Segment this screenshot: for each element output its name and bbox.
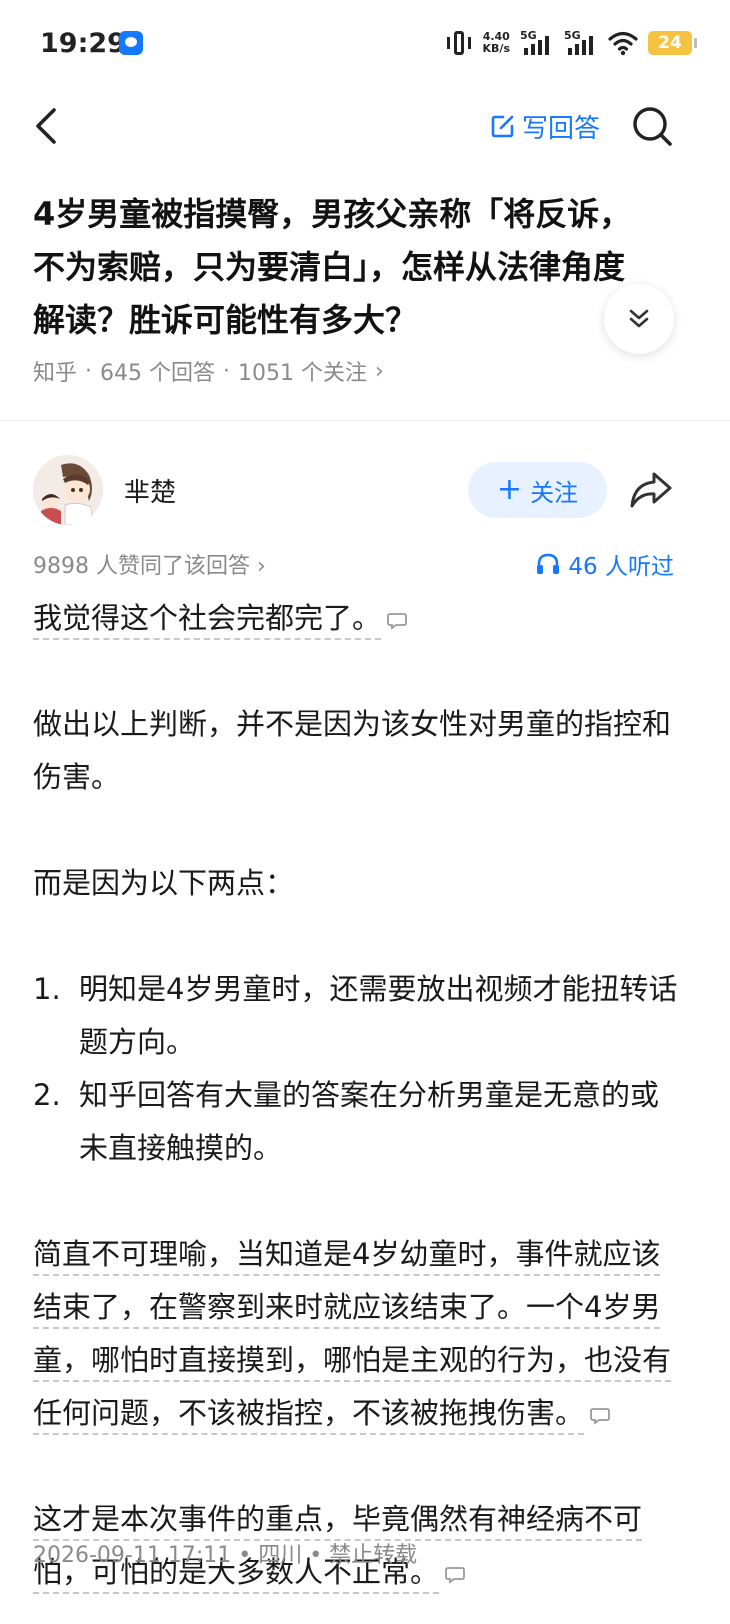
list-item: 1. 明知是4岁男童时，还需要放出视频才能扭转话题方向。 [33, 963, 683, 1069]
answer-list: 1. 明知是4岁男童时，还需要放出视频才能扭转话题方向。 2. 知乎回答有大量的… [33, 963, 683, 1175]
avatar-image [33, 455, 103, 525]
answer-paragraph[interactable]: 简直不可理喻，当知道是4岁幼童时，事件就应该结束了，在警察到来时就应该结束了。一… [33, 1228, 683, 1440]
status-icons: 4.40 KB/s 5G 5G 24 [445, 26, 697, 60]
answer-paragraph[interactable]: 我觉得这个社会完都完了。 [33, 592, 683, 645]
net-speed: 4.40 KB/s [483, 31, 510, 55]
headphones-icon [537, 553, 560, 574]
avatar[interactable] [33, 455, 103, 525]
comment-icon[interactable] [590, 1407, 610, 1425]
list-item: 2. 知乎回答有大量的答案在分析男童是无意的或未直接触摸的。 [33, 1069, 683, 1175]
back-arrow-icon[interactable] [28, 104, 68, 148]
answer-body: 我觉得这个社会完都完了。 做出以上判断，并不是因为该女性对男童的指控和伤害。 而… [33, 592, 683, 1599]
list-number: 2. [33, 1078, 61, 1112]
share-icon[interactable] [628, 468, 674, 512]
comment-icon[interactable] [387, 612, 407, 630]
follow-label: 关注 [530, 478, 579, 507]
search-icon[interactable] [630, 104, 674, 148]
meta-chevron-icon: › [375, 358, 384, 384]
write-answer-button[interactable]: 写回答 [490, 108, 600, 144]
signal-icon-2: 5G [564, 29, 598, 57]
status-time: 19:29 [40, 28, 126, 59]
author-name[interactable]: 芈楚 [124, 472, 176, 509]
list-number: 1. [33, 972, 61, 1006]
plus-icon: + [496, 472, 523, 507]
upvote-count: 9898 人赞同了该回答 [33, 554, 250, 579]
upvote-info[interactable]: 9898 人赞同了该回答 › [33, 548, 266, 580]
list-text: 明知是4岁男童时，还需要放出视频才能扭转话题方向。 [79, 972, 678, 1059]
meta-separator: · [223, 358, 231, 384]
meta-separator: · [85, 358, 93, 384]
status-bar: 19:29 4.40 KB/s 5G 5G 24 [0, 0, 730, 90]
net-speed-unit: KB/s [482, 42, 510, 55]
upvote-chevron-icon: › [256, 554, 266, 579]
list-text: 知乎回答有大量的答案在分析男童是无意的或未直接触摸的。 [79, 1078, 660, 1165]
annotated-text: 简直不可理喻，当知道是4岁幼童时，事件就应该结束了，在警察到来时就应该结束了。一… [33, 1237, 672, 1430]
battery-indicator: 24 [648, 31, 697, 55]
section-divider [0, 420, 730, 421]
expand-question-button[interactable] [604, 284, 674, 354]
answer-paragraph: 而是因为以下两点： [33, 866, 295, 900]
question-source: 知乎 [33, 361, 78, 386]
question-title[interactable]: 4岁男童被指摸臀，男孩父亲称「将反诉，不为索赔，只为要清白」，怎样从法律角度解读… [33, 188, 653, 347]
expand-chevron-icon [629, 309, 649, 328]
wifi-icon [608, 31, 638, 56]
answer-footer: 2026-09-11 17:11 • 四川 • 禁止转载 [33, 1543, 418, 1568]
edit-icon [491, 115, 514, 138]
listen-count: 46 人听过 [568, 554, 674, 580]
follow-button[interactable]: + 关注 [468, 462, 607, 518]
follower-count: 1051 个关注 [238, 361, 367, 386]
comment-icon[interactable] [445, 1566, 465, 1584]
answer-count: 645 个回答 [100, 361, 216, 386]
annotated-text: 我觉得这个社会完都完了。 [33, 601, 382, 635]
write-answer-label: 写回答 [522, 113, 601, 144]
listen-info[interactable]: 46 人听过 [536, 547, 674, 581]
vibrate-icon [445, 30, 473, 56]
app-notification-icon [119, 31, 143, 55]
signal-icon-1: 5G [520, 29, 554, 57]
answer-paragraph: 做出以上判断，并不是因为该女性对男童的指控和伤害。 [33, 707, 672, 794]
question-meta[interactable]: 知乎 · 645 个回答 · 1051 个关注 › [33, 355, 384, 387]
